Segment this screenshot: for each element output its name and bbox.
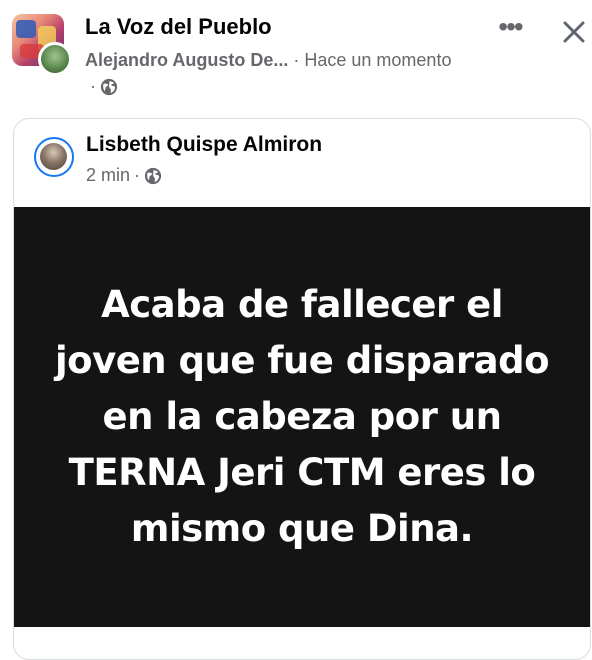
- more-options-icon[interactable]: •••: [488, 13, 532, 48]
- privacy-separator: ·: [90, 76, 96, 96]
- globe-icon[interactable]: [100, 78, 118, 96]
- author-name[interactable]: Alejandro Augusto De...: [85, 50, 288, 70]
- shared-meta-separator: ·: [134, 165, 141, 185]
- privacy-line: ·: [90, 76, 118, 97]
- group-name[interactable]: La Voz del Pueblo: [85, 14, 272, 40]
- shared-author-name[interactable]: Lisbeth Quispe Almiron: [86, 133, 322, 157]
- shared-post-header: Lisbeth Quispe Almiron 2 min ·: [14, 119, 590, 207]
- author-avatar[interactable]: [38, 42, 72, 76]
- post-timestamp[interactable]: Hace un momento: [304, 50, 451, 70]
- shared-post-card[interactable]: Lisbeth Quispe Almiron 2 min · Acaba de …: [13, 118, 591, 660]
- group-avatar[interactable]: [12, 14, 74, 76]
- text-post-background: Acaba de fallecer el joven que fue dispa…: [14, 207, 590, 627]
- meta-separator: ·: [293, 50, 300, 70]
- shared-post-time[interactable]: 2 min: [86, 165, 130, 186]
- shared-author-avatar[interactable]: [34, 137, 74, 177]
- shared-post-meta: 2 min ·: [86, 165, 162, 186]
- post-header: La Voz del Pueblo Alejandro Augusto De..…: [0, 0, 592, 110]
- close-icon[interactable]: [556, 14, 592, 50]
- text-post-body: Acaba de fallecer el joven que fue dispa…: [54, 283, 550, 550]
- post-meta: Alejandro Augusto De... · Hace un moment…: [85, 50, 451, 71]
- globe-icon[interactable]: [144, 167, 162, 185]
